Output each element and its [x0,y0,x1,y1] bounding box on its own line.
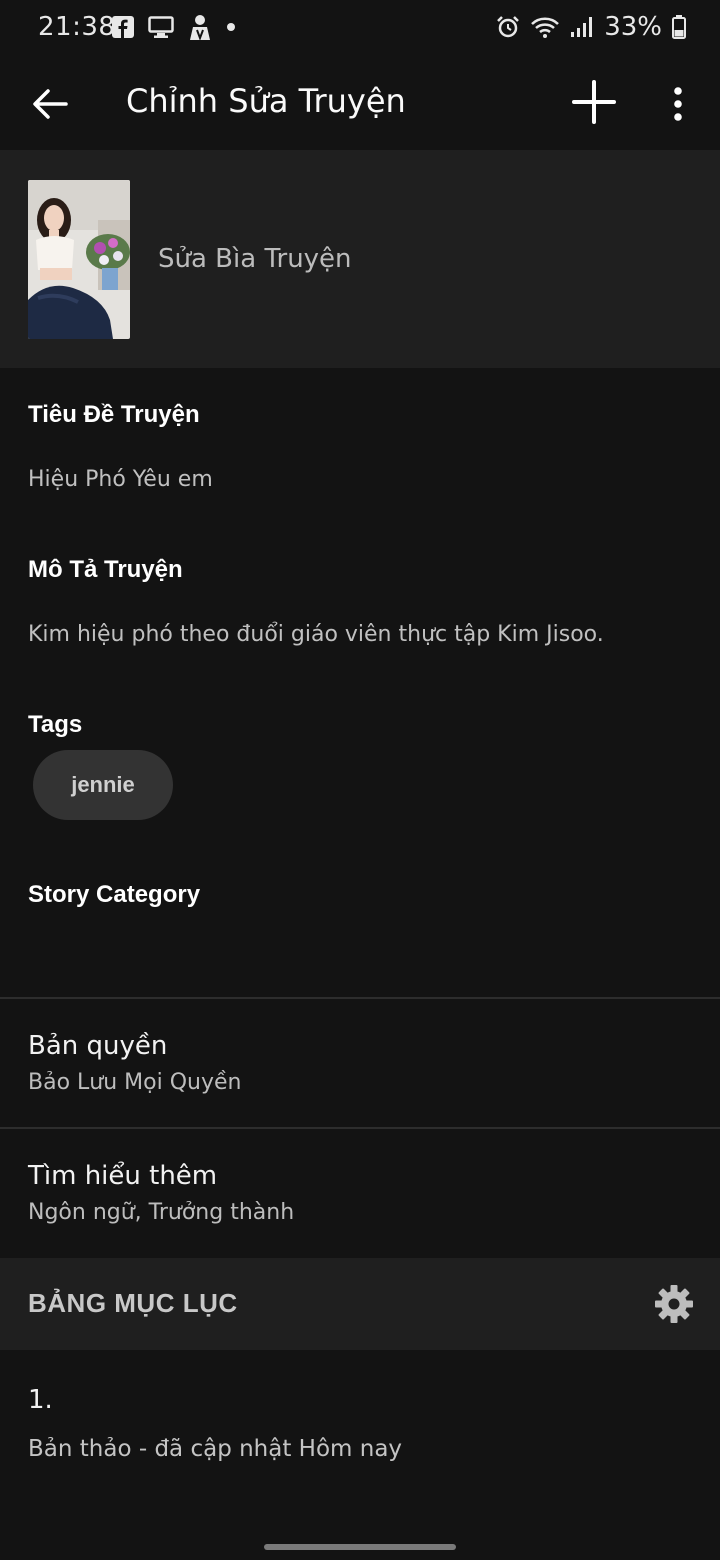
battery-percentage: 33% [604,12,662,42]
story-description-field[interactable]: Kim hiệu phó theo đuổi giáo viên thực tậ… [28,622,604,647]
battery-icon [672,15,686,39]
back-arrow-icon[interactable] [30,84,70,124]
story-category-label[interactable]: Story Category [28,881,200,909]
notification-icons [112,14,236,40]
tag-chip[interactable]: jennie [33,750,173,820]
edit-cover-label: Sửa Bìa Truyện [158,244,352,274]
app-bar: Chỉnh Sửa Truyện [0,54,720,150]
facebook-icon [112,16,134,38]
alarm-icon [497,16,520,38]
learn-more-value: Ngôn ngữ, Trưởng thành [28,1200,295,1225]
user-icon [190,15,210,40]
wifi-icon [531,17,560,38]
add-icon[interactable] [572,80,616,124]
copyright-row[interactable]: Bản quyền Bảo Lưu Mọi Quyền [0,999,720,1127]
system-icons: 33% [496,12,686,42]
learn-more-row[interactable]: Tìm hiểu thêm Ngôn ngữ, Trưởng thành [0,1129,720,1257]
edit-cover-row[interactable]: Sửa Bìa Truyện [0,150,720,368]
tags-label: Tags [28,711,83,738]
gear-icon[interactable] [654,1284,694,1324]
story-title-label: Tiêu Đề Truyện [28,401,200,428]
screen-cast-icon [148,16,174,38]
tag-chip-label: jennie [71,772,135,797]
signal-icon [571,17,593,37]
dot-icon [227,23,235,31]
page-title: Chỉnh Sửa Truyện [126,82,406,120]
copyright-title: Bản quyền [28,1031,168,1061]
copyright-value: Bảo Lưu Mọi Quyền [28,1070,242,1095]
story-description-label: Mô Tả Truyện [28,556,183,583]
home-indicator[interactable] [264,1544,456,1550]
list-item[interactable]: 1. Bản thảo - đã cập nhật Hôm nay [0,1352,720,1502]
cover-image[interactable] [28,180,130,339]
learn-more-title: Tìm hiểu thêm [28,1161,218,1191]
part-number: 1. [28,1385,53,1415]
more-options-icon[interactable] [664,84,692,124]
table-of-contents-title: BẢNG MỤC LỤC [28,1288,238,1318]
story-title-field[interactable]: Hiệu Phó Yêu em [28,467,213,492]
part-status: Bản thảo - đã cập nhật Hôm nay [28,1436,403,1462]
status-time: 21:38 [38,12,116,42]
status-bar: 21:38 33% [0,0,720,54]
table-of-contents-header: BẢNG MỤC LỤC [0,1258,720,1350]
